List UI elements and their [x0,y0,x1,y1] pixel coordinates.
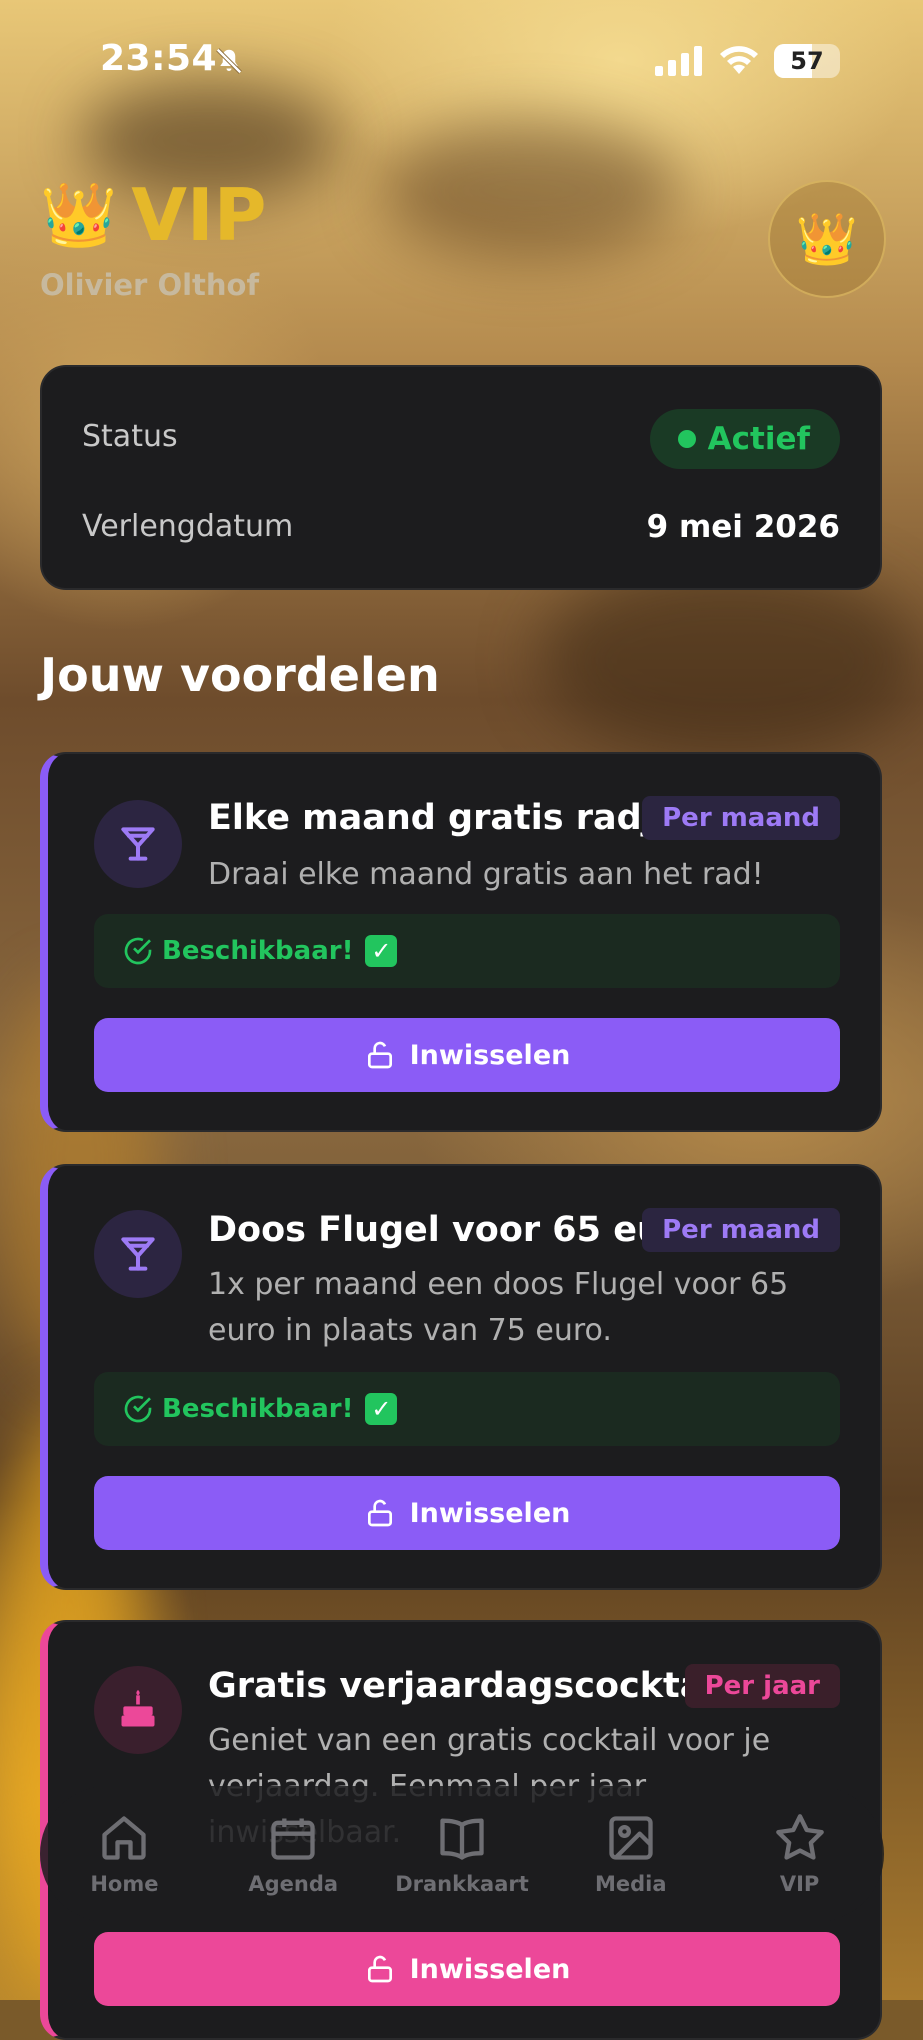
renew-date-label: Verlengdatum [82,509,294,544]
nav-item-drankkaart[interactable]: Drankkaart [387,1812,537,1896]
crown-icon: 👑 [795,209,859,268]
nav-label: Agenda [248,1872,339,1896]
frequency-badge: Per maand [642,1208,840,1252]
nav-label: Home [90,1872,159,1896]
renew-date-value: 9 mei 2026 [646,509,840,545]
image-icon [609,1816,653,1860]
cellular-signal-icon [655,46,702,76]
benefit-title: Gratis verjaardagscocktail [208,1666,728,1706]
status-bar: 23:54 57 [0,0,923,120]
avatar[interactable]: 👑 [768,180,886,298]
nav-label: Media [595,1872,667,1896]
redeem-button-label: Inwisselen [409,1953,571,1985]
wifi-icon [720,46,758,74]
benefit-card: Doos Flugel voor 65 euro Per maand 1x pe… [40,1164,882,1590]
cocktail-icon [94,1210,182,1298]
nav-label: Drankkaart [395,1872,529,1896]
redeem-button-label: Inwisselen [409,1497,571,1529]
calendar-icon [271,1818,315,1860]
nav-item-vip[interactable]: VIP [725,1812,875,1896]
frequency-badge: Per maand [642,796,840,840]
frequency-badge: Per jaar [684,1664,840,1708]
crown-icon: 👑 [40,178,118,251]
redeem-button[interactable]: Inwisselen [94,1932,840,2006]
nav-label: VIP [779,1872,820,1896]
availability-banner: Beschikbaar! ✓ [94,914,840,988]
unlock-icon [367,1499,392,1527]
cake-icon [94,1666,182,1754]
membership-status-card: Status Actief Verlengdatum 9 mei 2026 [40,365,882,590]
nav-item-home[interactable]: Home [49,1812,199,1896]
section-title: Jouw voordelen [40,648,440,702]
page-title: VIP [131,173,267,257]
check-mark-icon: ✓ [365,935,398,967]
unlock-icon [367,1955,392,1983]
star-icon [775,1814,824,1860]
cocktail-icon [94,800,182,888]
availability-text: Beschikbaar! [162,1394,354,1424]
benefit-description: Draai elke maand gratis aan het rad! [208,857,764,892]
bottom-navigation: Home Agenda Drankkaart Media VIP [40,1786,884,1922]
check-circle-icon [124,937,152,965]
unlock-icon [367,1041,392,1069]
clock: 23:54 [100,38,218,79]
status-badge: Actief [649,409,840,469]
nav-item-agenda[interactable]: Agenda [218,1812,368,1896]
home-icon [102,1816,147,1860]
status-label: Status [82,419,178,454]
check-mark-icon: ✓ [365,1393,398,1425]
status-dot-icon [677,430,696,448]
benefit-card: Elke maand gratis radje Per maand Draai … [40,752,882,1132]
book-icon [440,1818,484,1860]
battery-percentage: 57 [790,47,824,75]
member-name: Olivier Olthof [40,268,260,302]
benefit-title: Elke maand gratis radje [208,798,678,838]
battery-indicator: 57 [774,44,840,78]
redeem-button[interactable]: Inwisselen [94,1476,840,1550]
nav-item-media[interactable]: Media [556,1812,706,1896]
benefit-description: 1x per maand een doos Flugel voor 65 eur… [208,1267,789,1348]
page-header: 👑 VIP [40,175,266,255]
benefit-title: Doos Flugel voor 65 euro [208,1210,704,1250]
check-circle-icon [124,1395,152,1423]
availability-text: Beschikbaar! [162,936,354,966]
status-value: Actief [707,421,810,457]
redeem-button[interactable]: Inwisselen [94,1018,840,1092]
redeem-button-label: Inwisselen [409,1039,571,1071]
bell-muted-icon [216,48,242,74]
availability-banner: Beschikbaar! ✓ [94,1372,840,1446]
